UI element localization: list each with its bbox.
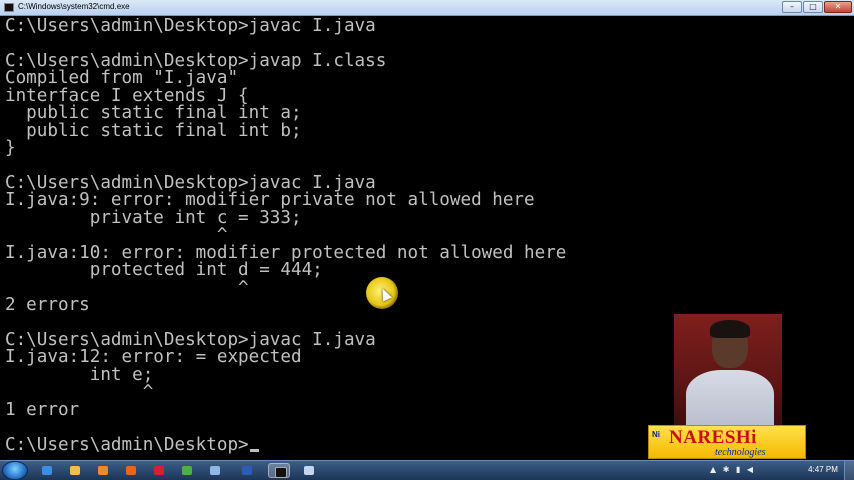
text-cursor — [249, 448, 259, 452]
console-line: C:\Users\admin\Desktop>javac I.java — [5, 18, 376, 36]
ie-icon — [42, 466, 52, 475]
minimize-button[interactable]: – — [782, 1, 802, 13]
taskbar-button-word[interactable] — [236, 463, 258, 478]
show-desktop-button[interactable] — [844, 461, 854, 480]
window-title: C:\Windows\system32\cmd.exe — [18, 2, 130, 11]
console-line: 2 errors — [5, 295, 90, 315]
firefox-icon — [126, 466, 136, 475]
console-line: ^ — [5, 277, 249, 298]
chrome-icon — [182, 466, 192, 475]
opera-icon — [154, 466, 164, 475]
console-line: protected int d = 444; — [5, 260, 323, 281]
console-line: public static final int a; — [5, 103, 302, 124]
explorer-icon — [210, 466, 220, 475]
taskbar-button-paint[interactable] — [298, 463, 320, 478]
taskbar-button-chrome[interactable] — [176, 463, 198, 478]
logo-prefix: Ni — [652, 430, 660, 439]
close-button[interactable]: ✕ — [824, 1, 852, 13]
media-player-icon — [98, 466, 108, 475]
clock[interactable]: 4:47 PM — [806, 465, 840, 474]
naresh-logo: Ni NARESHi technologies — [648, 425, 806, 459]
start-button[interactable] — [2, 461, 28, 480]
console-line: } — [5, 138, 16, 159]
logo-sub-text: technologies — [715, 447, 766, 458]
folder-icon — [70, 466, 80, 475]
console-line: public static final int b; — [5, 120, 302, 141]
taskbar-button-firefox[interactable] — [120, 463, 142, 478]
logo-main-text: NARESHi — [669, 427, 757, 448]
system-tray-icons[interactable]: ▲ ✱ ▮ ◀ — [710, 465, 755, 474]
word-icon — [242, 466, 252, 475]
taskbar-button-ie[interactable] — [36, 463, 58, 478]
cmd-app-icon[interactable] — [4, 3, 14, 12]
taskbar-button-explorer[interactable] — [204, 463, 226, 478]
maximize-button[interactable]: □ — [803, 1, 823, 13]
taskbar-button-opera[interactable] — [148, 463, 170, 478]
cmd-icon — [275, 467, 287, 478]
presenter-shirt — [686, 370, 774, 426]
taskbar: ▲ ✱ ▮ ◀ 4:47 PM — [0, 460, 854, 480]
taskbar-button-cmd[interactable] — [268, 463, 290, 478]
taskbar-button-media-player[interactable] — [92, 463, 114, 478]
title-bar: C:\Windows\system32\cmd.exe – □ ✕ — [0, 0, 854, 16]
taskbar-button-folder[interactable] — [64, 463, 86, 478]
paint-icon — [304, 466, 314, 475]
presenter-hair — [710, 320, 750, 338]
presenter-video — [674, 314, 782, 426]
